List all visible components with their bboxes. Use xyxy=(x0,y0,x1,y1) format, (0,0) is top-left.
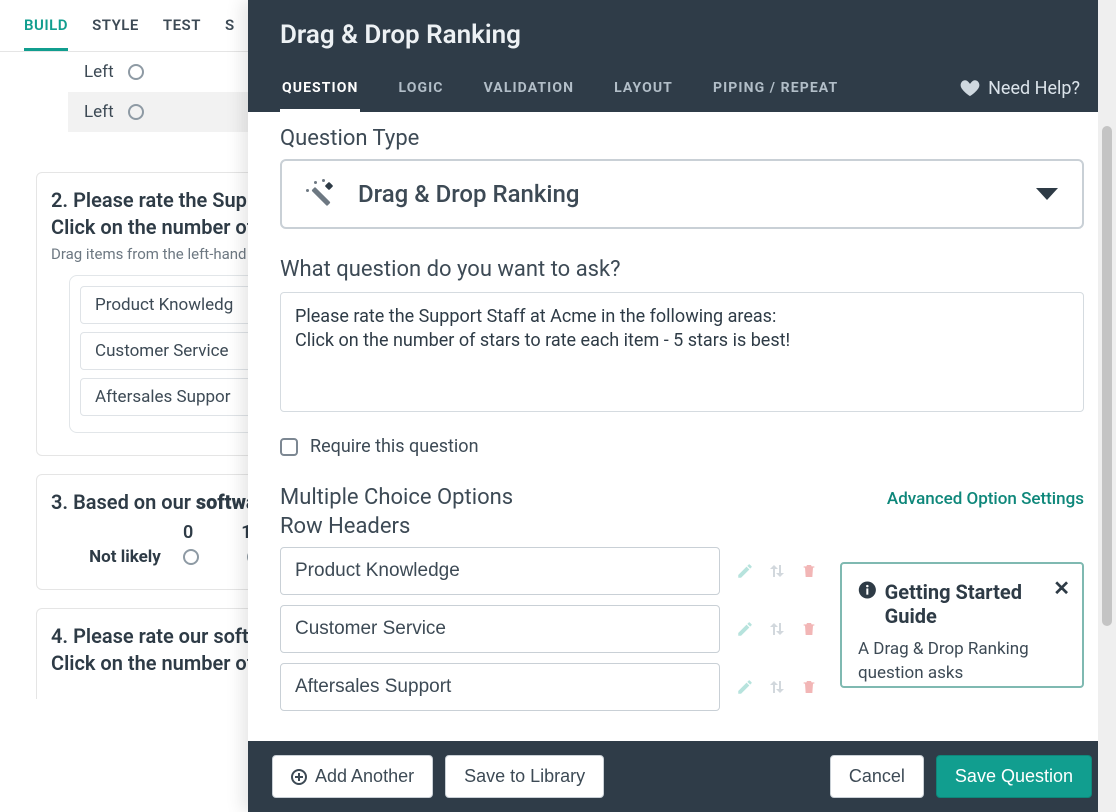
getting-started-card: ✕ Getting Started Guide A Drag & Drop Ra… xyxy=(840,562,1084,688)
question-type-select[interactable]: Drag & Drop Ranking xyxy=(280,159,1084,229)
edit-icon[interactable] xyxy=(736,619,754,639)
tab-logic[interactable]: LOGIC xyxy=(378,64,463,112)
advanced-option-settings-link[interactable]: Advanced Option Settings xyxy=(887,489,1084,509)
panel-tabs: QUESTION LOGIC VALIDATION LAYOUT PIPING … xyxy=(248,64,1116,112)
radio-icon[interactable] xyxy=(183,549,199,565)
close-icon[interactable]: ✕ xyxy=(1053,576,1070,600)
add-another-label: Add Another xyxy=(315,766,414,787)
question-type-value: Drag & Drop Ranking xyxy=(358,180,580,208)
panel-body: Question Type Drag & Drop Ranking What q… xyxy=(248,112,1116,741)
row-header-input[interactable] xyxy=(280,663,720,711)
row-header-input[interactable] xyxy=(280,547,720,595)
reorder-icon[interactable] xyxy=(768,561,786,581)
tab-layout[interactable]: LAYOUT xyxy=(594,64,693,112)
tab-more[interactable]: S xyxy=(225,6,235,51)
require-checkbox-row[interactable]: Require this question xyxy=(280,436,1084,457)
tab-build[interactable]: BUILD xyxy=(24,6,68,51)
scrollbar-thumb[interactable] xyxy=(1102,126,1112,626)
tab-piping-repeat[interactable]: PIPING / REPEAT xyxy=(693,64,858,112)
chevron-down-icon xyxy=(1036,188,1058,200)
text: 3. Based on our xyxy=(51,490,196,514)
question-text-label: What question do you want to ask? xyxy=(280,257,1084,282)
reorder-icon[interactable] xyxy=(768,619,786,639)
info-icon xyxy=(858,580,877,600)
tab-question[interactable]: QUESTION xyxy=(262,64,378,112)
question-text-input[interactable] xyxy=(280,292,1084,412)
scale-label-not-likely: Not likely xyxy=(85,547,165,567)
radio-label: Left xyxy=(84,102,114,122)
edit-question-panel: Drag & Drop Ranking QUESTION LOGIC VALID… xyxy=(248,0,1116,812)
multiple-choice-options-label: Multiple Choice Options xyxy=(280,485,513,510)
save-question-button[interactable]: Save Question xyxy=(936,755,1092,798)
getting-started-body: A Drag & Drop Ranking question asks xyxy=(858,638,1066,686)
reorder-icon[interactable] xyxy=(768,677,786,697)
delete-icon[interactable] xyxy=(800,561,818,581)
row-headers-label: Row Headers xyxy=(280,514,1084,539)
radio-label: Left xyxy=(84,62,114,82)
tab-style[interactable]: STYLE xyxy=(92,6,139,51)
cancel-button[interactable]: Cancel xyxy=(830,755,924,798)
cancel-label: Cancel xyxy=(849,766,905,787)
getting-started-title: Getting Started Guide xyxy=(885,580,1066,628)
edit-icon[interactable] xyxy=(736,677,754,697)
radio-icon[interactable] xyxy=(128,64,144,80)
wand-icon xyxy=(306,179,336,209)
plus-icon xyxy=(291,769,307,785)
need-help-label: Need Help? xyxy=(988,78,1080,99)
save-to-library-label: Save to Library xyxy=(464,766,585,787)
panel-title: Drag & Drop Ranking xyxy=(248,0,1116,64)
panel-header: Drag & Drop Ranking QUESTION LOGIC VALID… xyxy=(248,0,1116,112)
tab-test[interactable]: TEST xyxy=(163,6,201,51)
panel-footer: Add Another Save to Library Cancel Save … xyxy=(248,741,1116,812)
delete-icon[interactable] xyxy=(800,619,818,639)
add-another-button[interactable]: Add Another xyxy=(272,755,433,798)
scale-num: 0 xyxy=(183,522,193,543)
save-to-library-button[interactable]: Save to Library xyxy=(445,755,604,798)
save-question-label: Save Question xyxy=(955,766,1073,787)
checkbox-icon[interactable] xyxy=(280,438,298,456)
need-help-link[interactable]: Need Help? xyxy=(960,78,1102,99)
require-label: Require this question xyxy=(310,436,479,457)
delete-icon[interactable] xyxy=(800,677,818,697)
radio-icon[interactable] xyxy=(128,104,144,120)
scrollbar-track[interactable] xyxy=(1098,0,1116,812)
tab-validation[interactable]: VALIDATION xyxy=(464,64,595,112)
row-header-input[interactable] xyxy=(280,605,720,653)
heart-icon xyxy=(960,79,980,97)
question-type-label: Question Type xyxy=(280,126,1084,151)
edit-icon[interactable] xyxy=(736,561,754,581)
